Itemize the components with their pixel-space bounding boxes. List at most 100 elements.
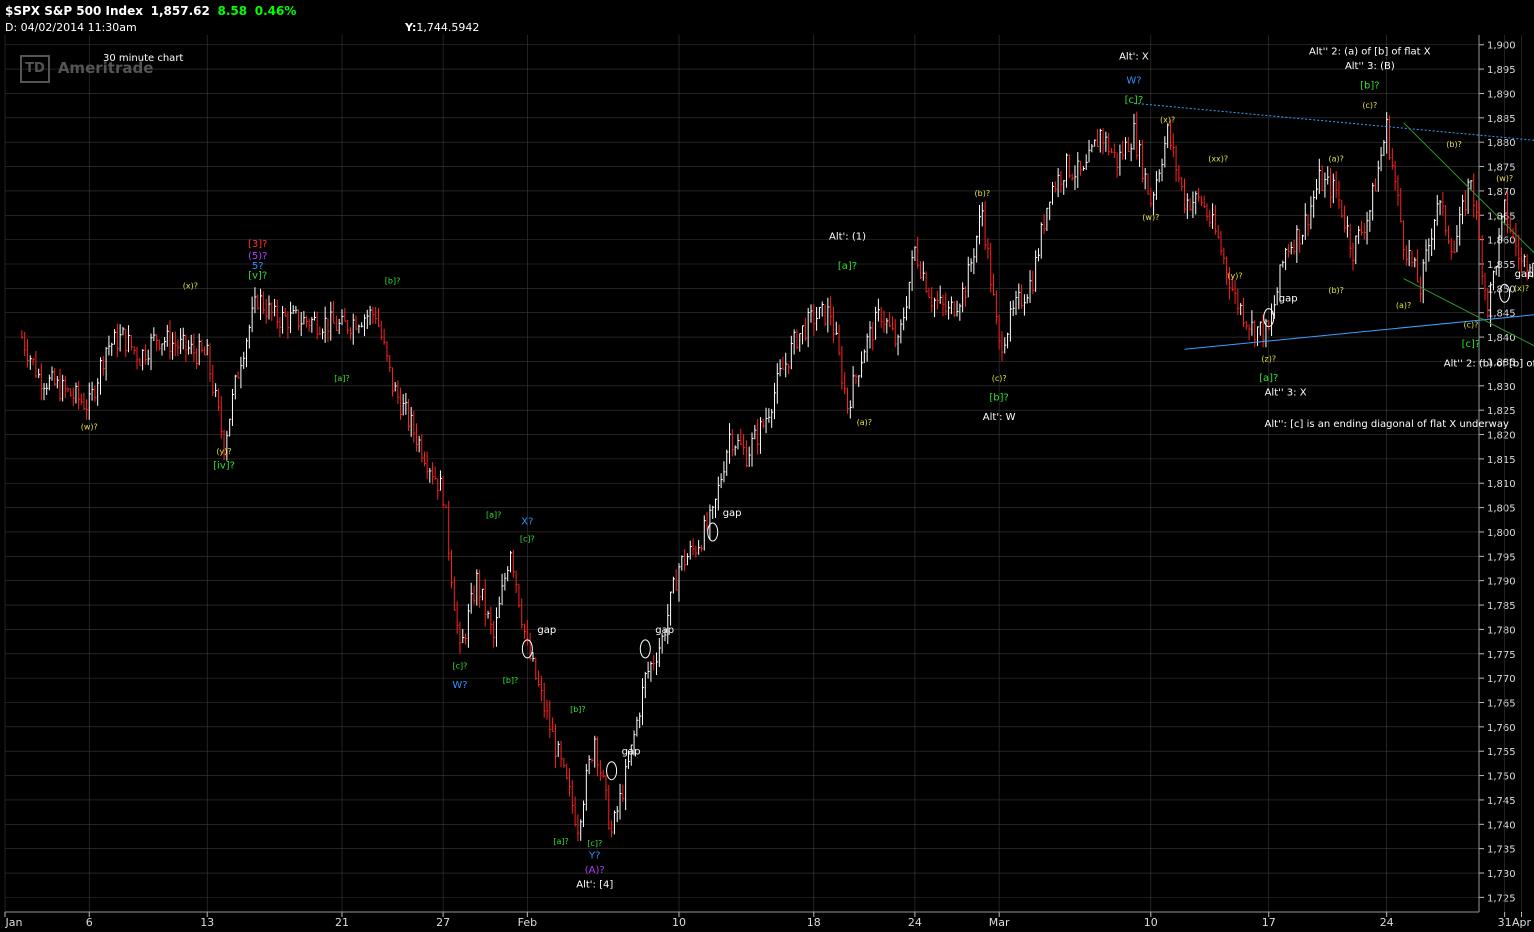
price-chart[interactable]: 1,9001,8951,8901,8851,8801,8751,8701,865… — [0, 0, 1534, 932]
y-tick-label: 1,780 — [1487, 625, 1516, 636]
wave-label: [c]? — [1462, 339, 1481, 350]
y-tick-label: 1,760 — [1487, 723, 1516, 734]
wave-label: Alt'' 3: (B) — [1345, 61, 1395, 72]
wave-label: (c)? — [1362, 101, 1377, 110]
wave-label: (a)? — [1396, 301, 1411, 310]
gap-label: gap — [537, 625, 556, 636]
wave-label: (c)? — [1464, 320, 1479, 329]
wave-label: (x)? — [1160, 116, 1175, 125]
y-tick-label: 1,900 — [1487, 41, 1516, 52]
wave-label: W? — [1126, 76, 1141, 87]
price-change-pct: 0.46% — [254, 4, 297, 18]
wave-label: (x)? — [1514, 284, 1529, 293]
y-tick-label: 1,895 — [1487, 65, 1516, 76]
gap-label: gap — [622, 747, 641, 758]
wave-label: (z)? — [1261, 354, 1276, 363]
y-tick-label: 1,735 — [1487, 845, 1516, 856]
x-tick-label: Mar — [989, 916, 1010, 929]
wave-label: Alt'' 3: X — [1265, 388, 1307, 399]
y-tick-label: 1,885 — [1487, 114, 1516, 125]
y-tick-label: 1,855 — [1487, 260, 1516, 271]
wave-label: [a]? — [553, 837, 568, 846]
x-tick-label: 10 — [672, 916, 686, 929]
x-tick-label: 13 — [200, 916, 214, 929]
wave-label: Alt': [4] — [576, 880, 613, 891]
y-tick-label: 1,830 — [1487, 382, 1516, 393]
gap-label: gap — [723, 508, 742, 519]
y-tick-label: 1,815 — [1487, 455, 1516, 466]
wave-label: (b)? — [1446, 140, 1462, 149]
wave-label: (xx)? — [1208, 155, 1228, 164]
wave-label: [b]? — [385, 276, 401, 285]
wave-label: Alt'' 2: (b) of [b] of flat X — [1444, 358, 1534, 369]
symbol-name: $SPX S&P 500 Index — [5, 4, 143, 18]
y-tick-label: 1,840 — [1487, 333, 1516, 344]
y-tick-label: 1,820 — [1487, 431, 1516, 442]
wave-label: (A)? — [585, 865, 605, 876]
y-tick-label: 1,740 — [1487, 820, 1516, 831]
wave-label: Alt': W — [983, 412, 1016, 423]
y-tick-label: 1,825 — [1487, 406, 1516, 417]
wave-label: [3]? — [248, 239, 267, 250]
y-tick-label: 1,770 — [1487, 674, 1516, 685]
wave-label: W? — [452, 680, 467, 691]
gap-label: gap — [655, 625, 674, 636]
wave-label: X? — [521, 517, 533, 528]
y-tick-label: 1,870 — [1487, 187, 1516, 198]
wave-label: [b]? — [570, 705, 586, 714]
wave-label: (c)? — [992, 374, 1007, 383]
x-tick-label: Apr — [1512, 916, 1532, 929]
price-change: 8.58 — [217, 4, 248, 18]
wave-label: Alt': X — [1119, 51, 1149, 62]
wave-label: [b]? — [989, 392, 1008, 403]
x-tick-label: 10 — [1144, 916, 1158, 929]
y-tick-label: 1,765 — [1487, 698, 1516, 709]
last-price: 1,857.62 — [150, 4, 210, 18]
wave-label: [b]? — [503, 676, 519, 685]
wave-label: (a)? — [857, 418, 872, 427]
wave-label: [v]? — [248, 271, 267, 282]
wave-label: (w)? — [1142, 213, 1159, 222]
wave-label: Y? — [588, 850, 600, 861]
wave-label: [c]? — [1125, 95, 1144, 106]
watermark: TD Ameritrade — [20, 55, 153, 83]
y-tick-label: 1,730 — [1487, 869, 1516, 880]
x-tick-label: 17 — [1262, 916, 1276, 929]
wave-label: (b)? — [1328, 286, 1344, 295]
wave-label: [a]? — [838, 261, 857, 272]
x-tick-label: 27 — [436, 916, 450, 929]
y-tick-label: 1,785 — [1487, 601, 1516, 612]
y-tick-label: 1,890 — [1487, 89, 1516, 100]
y-tick-label: 1,790 — [1487, 577, 1516, 588]
x-tick-label: Feb — [518, 916, 537, 929]
y-tick-label: 1,775 — [1487, 650, 1516, 661]
date-readout: D: 04/02/2014 11:30am — [5, 21, 137, 34]
y-tick-label: 1,745 — [1487, 796, 1516, 807]
x-tick-label: Jan — [5, 916, 23, 929]
y-tick-label: 1,805 — [1487, 504, 1516, 515]
x-tick-label: 18 — [807, 916, 821, 929]
y-tick-label: 1,800 — [1487, 528, 1516, 539]
broker-logo-icon: TD — [20, 55, 50, 83]
wave-label: [a]? — [486, 510, 501, 519]
wave-label: [b]? — [1360, 81, 1379, 92]
y-tick-label: 1,875 — [1487, 163, 1516, 174]
x-tick-label: 21 — [335, 916, 349, 929]
y-tick-label: 1,750 — [1487, 772, 1516, 783]
watermark-text: Ameritrade — [57, 59, 154, 77]
wave-label: (w)? — [81, 423, 98, 432]
wave-label: (x)? — [183, 281, 198, 290]
wave-label: (w)? — [1496, 174, 1513, 183]
y-tick-label: 1,880 — [1487, 138, 1516, 149]
x-tick-label: 24 — [1380, 916, 1394, 929]
wave-label: [c]? — [587, 839, 602, 848]
wave-label: [a]? — [1259, 373, 1278, 384]
gap-label: gap — [1515, 269, 1534, 280]
x-tick-label: 31 — [1498, 916, 1512, 929]
y-tick-label: 1,725 — [1487, 893, 1516, 904]
y-tick-label: 1,860 — [1487, 236, 1516, 247]
y-readout-block: Y:1,744.5942 — [405, 21, 480, 34]
wave-label: [a]? — [334, 374, 349, 383]
y-tick-label: 1,795 — [1487, 552, 1516, 563]
y-readout: 1,744.5942 — [416, 21, 480, 34]
